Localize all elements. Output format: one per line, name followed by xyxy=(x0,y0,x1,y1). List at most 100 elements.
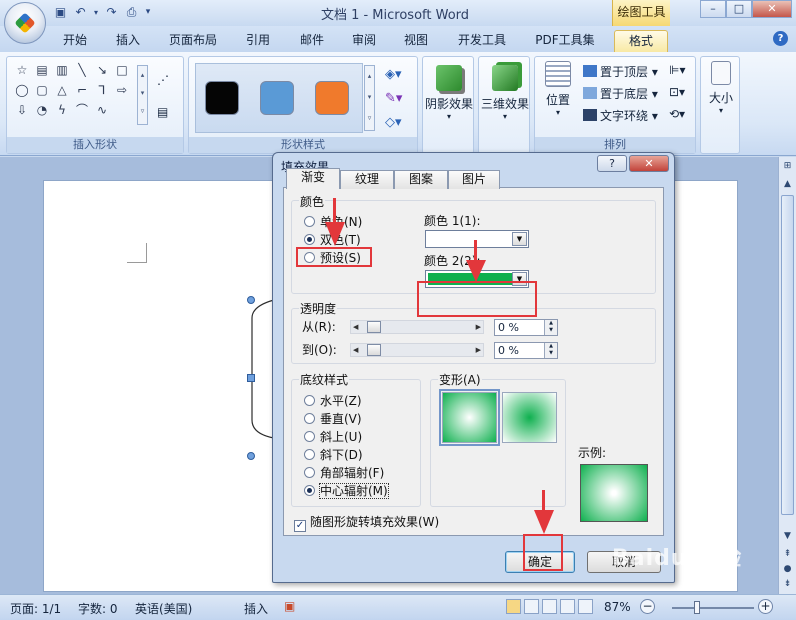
print-preview-icon[interactable]: ⎙ xyxy=(123,4,140,21)
scroll-down-icon[interactable]: ▼ xyxy=(779,529,796,544)
color1-dropdown[interactable]: ▼ xyxy=(425,230,529,248)
undo-icon[interactable]: ↶ xyxy=(72,4,89,21)
tab-pdf-tools[interactable]: PDF工具集 xyxy=(528,30,602,52)
macro-record-icon[interactable]: ▣ xyxy=(284,599,295,613)
resize-handle-bottom[interactable] xyxy=(247,452,255,460)
tab-pattern[interactable]: 图案 xyxy=(394,170,448,189)
tab-picture[interactable]: 图片 xyxy=(448,170,500,189)
radio-from-center[interactable]: 中心辐射(M) xyxy=(304,482,389,499)
ruler-toggle-icon[interactable]: ⊞ xyxy=(779,159,796,174)
resize-handle-middle[interactable] xyxy=(247,374,255,382)
tab-references[interactable]: 引用 xyxy=(238,30,278,52)
radio-from-corner[interactable]: 角部辐射(F) xyxy=(304,464,384,481)
status-page[interactable]: 页面: 1/1 xyxy=(10,600,61,617)
tab-format[interactable]: 格式 xyxy=(614,30,668,52)
status-words[interactable]: 字数: 0 xyxy=(78,600,118,617)
customize-qat-icon[interactable]: ▾ xyxy=(143,4,153,21)
radio-diagonal-up[interactable]: 斜上(U) xyxy=(304,428,362,445)
slider-left-icon[interactable]: ◀ xyxy=(353,321,358,333)
shape-textbox-icon[interactable]: ▤ xyxy=(33,61,51,79)
close-window-button[interactable]: ✕ xyxy=(752,0,792,18)
slider-right-icon[interactable]: ▶ xyxy=(476,321,481,333)
group-objects-icon[interactable]: ⊡▾ xyxy=(669,85,685,99)
edit-shape-icon[interactable]: ⋰ xyxy=(157,73,169,87)
color1-dropdown-arrow-icon[interactable]: ▼ xyxy=(512,232,527,246)
radio-horizontal[interactable]: 水平(Z) xyxy=(304,392,362,409)
size-button[interactable]: 大小 ▾ xyxy=(703,61,739,115)
shape-lightning-icon[interactable]: ϟ xyxy=(53,101,71,119)
redo-icon[interactable]: ↷ xyxy=(103,4,120,21)
rotate-with-shape-checkbox[interactable]: ✓ 随图形旋转填充效果(W) xyxy=(294,513,439,532)
shape-line-icon[interactable]: ╲ xyxy=(73,61,91,79)
dialog-close-button[interactable]: ✕ xyxy=(629,155,669,172)
dialog-help-button[interactable]: ? xyxy=(597,155,627,172)
web-layout-view-icon[interactable] xyxy=(542,599,557,614)
shape-fill-icon[interactable]: ◈▾ xyxy=(385,67,402,82)
tab-view[interactable]: 视图 xyxy=(396,30,436,52)
print-layout-view-icon[interactable] xyxy=(506,599,521,614)
shape-down-arrow-icon[interactable]: ⇩ xyxy=(13,101,31,119)
zoom-out-icon[interactable]: − xyxy=(640,599,655,614)
tab-mailings[interactable]: 邮件 xyxy=(292,30,332,52)
shape-triangle-icon[interactable]: △ xyxy=(53,81,71,99)
next-page-icon[interactable]: ⇟ xyxy=(779,577,796,592)
maximize-button[interactable]: □ xyxy=(726,0,752,18)
variant-center-out[interactable] xyxy=(439,389,500,446)
save-icon[interactable]: ▣ xyxy=(52,4,69,21)
outline-view-icon[interactable] xyxy=(560,599,575,614)
zoom-slider-knob[interactable] xyxy=(694,601,700,614)
transparency-to-thumb[interactable] xyxy=(367,344,381,356)
tab-page-layout[interactable]: 页面布局 xyxy=(160,30,226,52)
status-language[interactable]: 英语(美国) xyxy=(135,600,192,617)
shape-rectangle-icon[interactable]: □ xyxy=(113,61,131,79)
spin-down-icon[interactable]: ▼ xyxy=(544,327,557,335)
resize-handle-top[interactable] xyxy=(247,296,255,304)
tab-review[interactable]: 审阅 xyxy=(344,30,384,52)
full-screen-reading-icon[interactable] xyxy=(524,599,539,614)
shape-outline-icon[interactable]: ✎▾ xyxy=(385,91,402,106)
dropdown-icon[interactable]: ▾ xyxy=(92,4,100,21)
tab-home[interactable]: 开始 xyxy=(55,30,95,52)
shape-star-icon[interactable]: ☆ xyxy=(13,61,31,79)
text-wrap-button[interactable]: 文字环绕 ▾ xyxy=(583,107,658,124)
minimize-button[interactable]: – xyxy=(700,0,726,18)
style-gallery-scroll[interactable]: ▴ ▾ ▿ xyxy=(364,65,375,131)
draft-view-icon[interactable] xyxy=(578,599,593,614)
position-button[interactable]: 位置 ▾ xyxy=(539,61,577,117)
bring-to-front-button[interactable]: 置于顶层 ▾ xyxy=(583,63,658,80)
change-shape-icon[interactable]: ◇▾ xyxy=(385,115,402,130)
shape-freeform-icon[interactable]: ∿ xyxy=(93,101,111,119)
shadow-effects-button[interactable]: 阴影效果 ▾ xyxy=(425,65,473,121)
browse-object-icon[interactable]: ● xyxy=(779,562,796,577)
transparency-from-thumb[interactable] xyxy=(367,321,381,333)
tab-developer[interactable]: 开发工具 xyxy=(450,30,514,52)
tab-insert[interactable]: 插入 xyxy=(108,30,148,52)
vertical-scrollbar[interactable]: ⊞ ▲ ▼ ⇞ ● ⇟ xyxy=(778,157,796,594)
style-swatch-orange[interactable] xyxy=(315,81,349,115)
prev-page-icon[interactable]: ⇞ xyxy=(779,547,796,562)
status-insert-mode[interactable]: 插入 xyxy=(244,600,268,617)
rotate-icon[interactable]: ⟲▾ xyxy=(669,107,685,121)
3d-effects-button[interactable]: 三维效果 ▾ xyxy=(481,65,529,121)
shape-rounded-rect-icon[interactable]: ▢ xyxy=(33,81,51,99)
style-swatch-black[interactable] xyxy=(205,81,239,115)
style-swatch-blue[interactable] xyxy=(260,81,294,115)
shape-elbow-icon[interactable]: ⅂ xyxy=(93,81,111,99)
slider-left-icon[interactable]: ◀ xyxy=(353,344,358,356)
transparency-from-slider[interactable]: ◀ ▶ xyxy=(350,320,484,334)
help-icon[interactable]: ? xyxy=(773,31,788,46)
shape-oval-icon[interactable]: ◯ xyxy=(13,81,31,99)
tab-texture[interactable]: 纹理 xyxy=(340,170,394,189)
checkbox-check-icon[interactable]: ✓ xyxy=(294,520,306,532)
zoom-slider[interactable] xyxy=(672,607,754,609)
shape-arrow-line-icon[interactable]: ↘ xyxy=(93,61,111,79)
scroll-thumb[interactable] xyxy=(781,195,794,515)
shape-curve-icon[interactable]: ⌒ xyxy=(73,101,91,119)
zoom-level[interactable]: 87% xyxy=(604,600,631,614)
shape-textbox-vertical-icon[interactable]: ▥ xyxy=(53,61,71,79)
scroll-up-icon[interactable]: ▲ xyxy=(779,177,796,192)
radio-diagonal-down[interactable]: 斜下(D) xyxy=(304,446,363,463)
align-icon[interactable]: ⊫▾ xyxy=(669,63,685,77)
transparency-from-spinner[interactable]: 0 % ▲ ▼ xyxy=(494,319,558,336)
office-button[interactable] xyxy=(4,2,46,44)
